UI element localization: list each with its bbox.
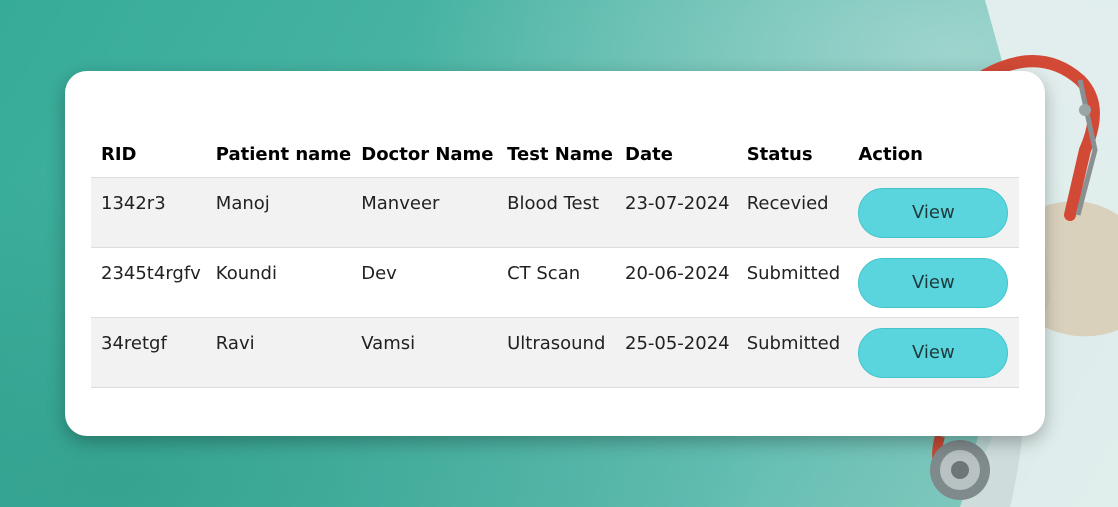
results-card: RID Patient name Doctor Name Test Name D… — [65, 71, 1045, 436]
table-row: 2345t4rgfv Koundi Dev CT Scan 20-06-2024… — [91, 247, 1019, 318]
cell-status: Submitted — [736, 317, 849, 388]
column-header-test-name: Test Name — [497, 131, 615, 178]
cell-patient-name: Manoj — [205, 177, 352, 248]
cell-test-name: CT Scan — [497, 247, 615, 318]
cell-doctor-name: Manveer — [351, 177, 498, 248]
column-header-rid: RID — [91, 131, 206, 178]
cell-action: View — [848, 317, 1019, 388]
column-header-patient-name: Patient name — [205, 131, 352, 178]
cell-date: 25-05-2024 — [615, 317, 737, 388]
cell-rid: 1342r3 — [91, 177, 206, 248]
cell-patient-name: Koundi — [205, 247, 352, 318]
cell-status: Submitted — [736, 247, 849, 318]
cell-rid: 2345t4rgfv — [91, 247, 206, 318]
cell-patient-name: Ravi — [205, 317, 352, 388]
cell-date: 23-07-2024 — [615, 177, 737, 248]
cell-test-name: Ultrasound — [497, 317, 615, 388]
view-button[interactable]: View — [858, 328, 1009, 378]
view-button[interactable]: View — [858, 258, 1009, 308]
cell-date: 20-06-2024 — [615, 247, 737, 318]
table-row: 1342r3 Manoj Manveer Blood Test 23-07-20… — [91, 177, 1019, 248]
cell-rid: 34retgf — [91, 317, 206, 388]
cell-status: Recevied — [736, 177, 849, 248]
column-header-doctor-name: Doctor Name — [351, 131, 498, 178]
table-header-row: RID Patient name Doctor Name Test Name D… — [91, 131, 1019, 178]
column-header-action: Action — [848, 131, 1019, 178]
cell-action: View — [848, 177, 1019, 248]
test-results-table: RID Patient name Doctor Name Test Name D… — [91, 131, 1019, 388]
column-header-status: Status — [736, 131, 849, 178]
column-header-date: Date — [615, 131, 737, 178]
cell-doctor-name: Vamsi — [351, 317, 498, 388]
cell-test-name: Blood Test — [497, 177, 615, 248]
view-button[interactable]: View — [858, 188, 1009, 238]
cell-action: View — [848, 247, 1019, 318]
cell-doctor-name: Dev — [351, 247, 498, 318]
table-row: 34retgf Ravi Vamsi Ultrasound 25-05-2024… — [91, 317, 1019, 388]
